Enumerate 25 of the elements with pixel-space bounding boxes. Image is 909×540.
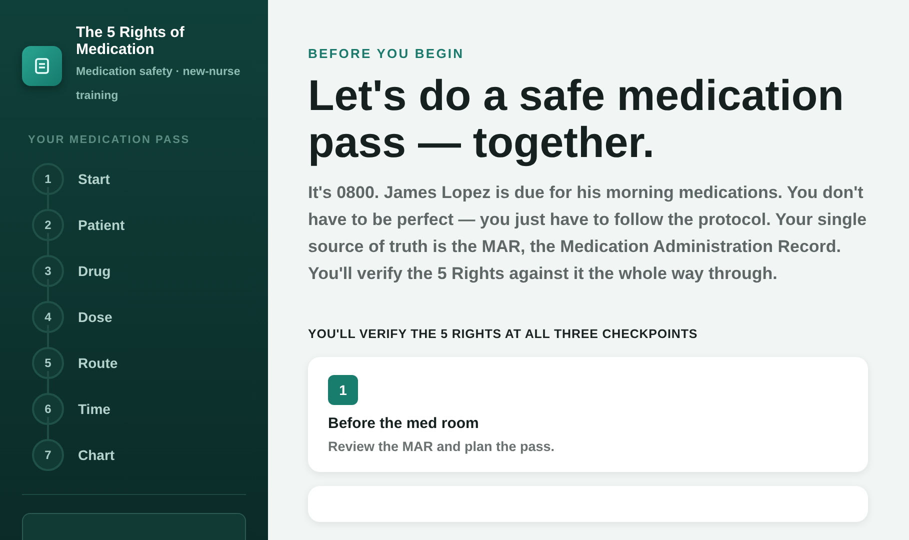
step-number: 6	[32, 393, 64, 425]
step-link[interactable]: Start	[78, 171, 110, 187]
step-number: 1	[32, 163, 64, 195]
step-link[interactable]: Patient	[78, 217, 125, 233]
page-heading: Let's do a safe medication pass — together.	[308, 73, 845, 167]
checkpoint-title: Before the med room	[328, 415, 480, 432]
section-heading: YOU'LL VERIFY THE 5 RIGHTS AT ALL THREE CHECKPOINTS	[308, 327, 699, 341]
eyebrow-label: BEFORE YOU BEGIN	[308, 46, 466, 61]
step-link[interactable]: Route	[78, 355, 118, 371]
step-link[interactable]: Dose	[78, 309, 112, 325]
step-link[interactable]: Time	[78, 401, 110, 417]
intro-paragraph: It's 0800. James Lopez is due for his morning medications. You don't have to be perfect — you just have to follow the protocol. Your single source of truth is the MAR, the Medication Administration Record. You'll verify the 5 Rights against it the whole way through.	[308, 182, 868, 285]
section-label: YOUR MEDICATION PASS	[28, 134, 191, 146]
app-subtitle: Medication safety · new-nurse training	[76, 65, 242, 104]
step-number: 7	[32, 439, 64, 471]
app-title: The 5 Rights of Medication	[76, 24, 186, 58]
step-link[interactable]: Drug	[78, 263, 111, 279]
step-number: 4	[32, 301, 64, 333]
step-number: 3	[32, 255, 64, 287]
number-badge: 1	[328, 375, 358, 405]
checkpoint-description: Review the MAR and plan the pass.	[328, 439, 556, 454]
step-number: 5	[32, 347, 64, 379]
step-number: 2	[32, 209, 64, 241]
clipboard-icon	[22, 46, 62, 86]
step-link[interactable]: Chart	[78, 447, 115, 463]
